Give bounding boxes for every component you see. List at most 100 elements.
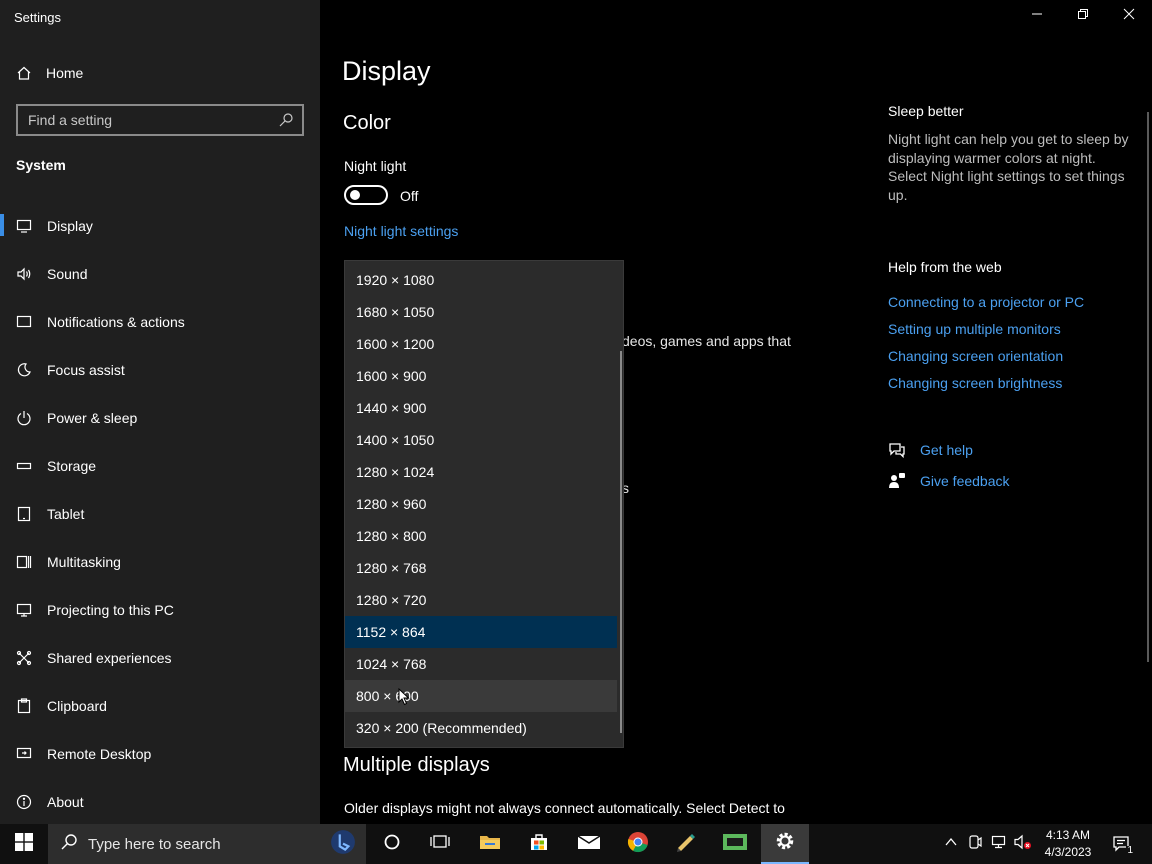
- resolution-option[interactable]: 320 × 200 (Recommended): [345, 712, 617, 744]
- power-icon: [16, 410, 32, 426]
- network-icon: [990, 834, 1008, 855]
- info-icon: [16, 794, 32, 810]
- give-feedback-label: Give feedback: [920, 473, 1010, 489]
- sidebar-item-label: Focus assist: [47, 362, 125, 378]
- taskbar-settings[interactable]: [761, 824, 809, 864]
- sidebar-item-remote-desktop[interactable]: Remote Desktop: [0, 730, 320, 778]
- sidebar-item-power-sleep[interactable]: Power & sleep: [0, 394, 320, 442]
- minimize-icon: [1031, 7, 1043, 25]
- clock-date: 4/3/2023: [1044, 845, 1092, 859]
- taskbar-store[interactable]: [515, 824, 563, 864]
- start-button[interactable]: [0, 824, 48, 864]
- taskbar: 4:13 AM 4/3/2023 1: [0, 824, 1152, 864]
- settings-icon: [775, 831, 795, 856]
- shared-icon: [16, 650, 32, 666]
- sidebar-item-storage[interactable]: Storage: [0, 442, 320, 490]
- dropdown-scrollbar[interactable]: [620, 351, 622, 733]
- action-center-button[interactable]: 1: [1111, 835, 1134, 856]
- close-button[interactable]: [1106, 0, 1152, 32]
- sidebar-item-focus-assist[interactable]: Focus assist: [0, 346, 320, 394]
- resolution-option[interactable]: 1280 × 800: [345, 520, 617, 552]
- pen-app-icon: [675, 831, 697, 858]
- chrome-icon: [627, 831, 649, 858]
- settings-search-box[interactable]: [16, 104, 304, 136]
- bing-icon: [330, 829, 356, 860]
- cortana-icon: [383, 833, 401, 856]
- taskbar-task-view[interactable]: [416, 824, 464, 864]
- multitasking-icon: [16, 554, 32, 570]
- resolution-option[interactable]: 1600 × 900: [345, 360, 617, 392]
- taskbar-green-app[interactable]: [711, 824, 759, 864]
- resolution-option[interactable]: 1280 × 768: [345, 552, 617, 584]
- taskbar-pen-app[interactable]: [662, 824, 710, 864]
- sidebar-item-shared-experiences[interactable]: Shared experiences: [0, 634, 320, 682]
- night-light-settings-link[interactable]: Night light settings: [344, 223, 458, 239]
- sidebar-item-label: Shared experiences: [47, 650, 172, 666]
- get-help-link[interactable]: Get help: [888, 441, 973, 459]
- page-scrollbar[interactable]: [1147, 112, 1149, 662]
- taskbar-search-box[interactable]: [48, 824, 366, 864]
- sidebar-item-notifications[interactable]: Notifications & actions: [0, 298, 320, 346]
- tray-meet-now[interactable]: [966, 834, 984, 855]
- speaker-icon: [16, 266, 32, 282]
- night-light-state: Off: [400, 188, 419, 204]
- section-title-system: System: [16, 157, 66, 173]
- settings-search-input[interactable]: [28, 112, 278, 128]
- resolution-option[interactable]: 1440 × 900: [345, 392, 617, 424]
- resolution-dropdown-list[interactable]: 1920 × 1080 1680 × 1050 1600 × 1200 1600 × …: [344, 260, 624, 748]
- home-button[interactable]: Home: [16, 62, 83, 84]
- restore-button[interactable]: [1060, 0, 1106, 32]
- sidebar-item-sound[interactable]: Sound: [0, 250, 320, 298]
- taskbar-cortana[interactable]: [368, 824, 416, 864]
- resolution-option[interactable]: 1680 × 1050: [345, 296, 617, 328]
- resolution-option[interactable]: 1280 × 960: [345, 488, 617, 520]
- sidebar-nav: Display Sound Notifications & actions Fo…: [0, 202, 320, 826]
- sidebar-item-display[interactable]: Display: [0, 202, 320, 250]
- sidebar-item-tablet[interactable]: Tablet: [0, 490, 320, 538]
- close-icon: [1123, 7, 1135, 25]
- give-feedback-link[interactable]: Give feedback: [888, 472, 1010, 490]
- show-hidden-icons-button[interactable]: [942, 835, 960, 853]
- help-link-brightness[interactable]: Changing screen brightness: [888, 375, 1062, 391]
- tray-network[interactable]: [990, 835, 1008, 853]
- resolution-option[interactable]: 1024 × 768: [345, 648, 617, 680]
- resolution-option[interactable]: 1400 × 1050: [345, 424, 617, 456]
- color-heading: Color: [343, 112, 391, 134]
- help-link-orientation[interactable]: Changing screen orientation: [888, 348, 1063, 364]
- sidebar-item-label: Remote Desktop: [47, 746, 152, 762]
- taskbar-chrome[interactable]: [614, 824, 662, 864]
- sidebar-item-clipboard[interactable]: Clipboard: [0, 682, 320, 730]
- file-explorer-icon: [479, 833, 501, 856]
- resolution-option[interactable]: 1152 × 864: [345, 616, 617, 648]
- taskbar-search-icon: [60, 833, 78, 856]
- resolution-options: 1920 × 1080 1680 × 1050 1600 × 1200 1600 × …: [345, 261, 623, 744]
- sidebar-item-label: Multitasking: [47, 554, 121, 570]
- night-light-toggle[interactable]: [344, 185, 388, 205]
- minimize-button[interactable]: [1014, 0, 1060, 32]
- taskbar-mail[interactable]: [565, 824, 613, 864]
- resolution-option[interactable]: 1280 × 1024: [345, 456, 617, 488]
- help-link-projector[interactable]: Connecting to a projector or PC: [888, 294, 1084, 310]
- help-link-multiple-monitors[interactable]: Setting up multiple monitors: [888, 321, 1061, 337]
- sidebar-item-multitasking[interactable]: Multitasking: [0, 538, 320, 586]
- sidebar-item-label: Sound: [47, 266, 88, 282]
- remote-desktop-icon: [16, 746, 32, 762]
- meet-now-icon: [967, 834, 983, 855]
- sidebar-item-projecting[interactable]: Projecting to this PC: [0, 586, 320, 634]
- sleep-better-heading: Sleep better: [888, 103, 964, 119]
- taskbar-clock[interactable]: 4:13 AM 4/3/2023: [1040, 827, 1096, 861]
- resolution-option[interactable]: 1920 × 1080: [345, 264, 617, 296]
- store-icon: [529, 832, 549, 857]
- resolution-option[interactable]: 1280 × 720: [345, 584, 617, 616]
- resolution-option[interactable]: 1600 × 1200: [345, 328, 617, 360]
- restore-icon: [1077, 7, 1089, 25]
- occluded-description-text: deos, games and apps that: [622, 333, 791, 349]
- taskbar-search-input[interactable]: [88, 835, 320, 853]
- taskbar-file-explorer[interactable]: [466, 824, 514, 864]
- sidebar-item-about[interactable]: About: [0, 778, 320, 826]
- search-icon[interactable]: [278, 112, 294, 128]
- tray-volume-muted[interactable]: [1014, 834, 1032, 853]
- sidebar-item-label: Notifications & actions: [47, 314, 185, 330]
- sidebar-item-label: Projecting to this PC: [47, 602, 174, 618]
- resolution-option[interactable]: 800 × 600: [345, 680, 617, 712]
